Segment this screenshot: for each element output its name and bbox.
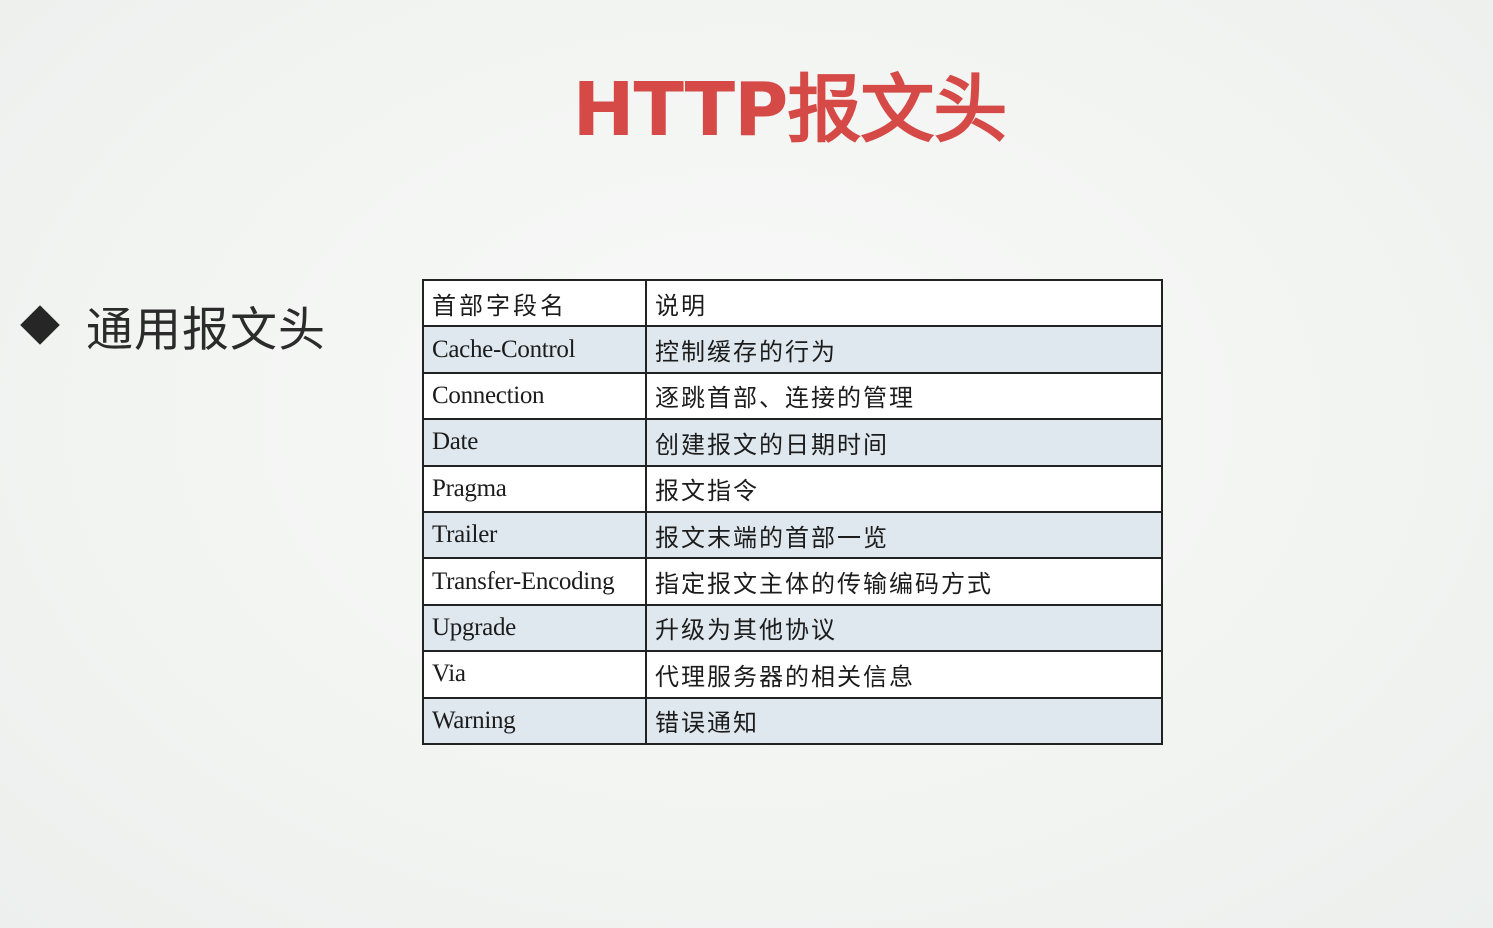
description-cell: 报文指令 [645, 464, 1163, 513]
bullet-item: 通用报文头 [20, 290, 326, 360]
table-row: Warning 错误通知 [422, 696, 1163, 745]
field-name-cell: Trailer [422, 510, 647, 560]
field-name-cell: Transfer-Encoding [422, 557, 647, 606]
table-header-row: 首部字段名 说明 [422, 278, 1163, 328]
general-headers-table: 首部字段名 说明 Cache-Control 控制缓存的行为 Connectio… [422, 278, 1163, 745]
field-name-cell: Cache-Control [422, 325, 647, 374]
description-cell: 错误通知 [645, 696, 1163, 745]
bullet-text: 通用报文头 [86, 302, 326, 358]
slide-background: HTTP报文头 通用报文头 首部字段名 说明 Cache-Control 控制缓… [0, 0, 1493, 928]
diamond-bullet-icon [20, 305, 60, 345]
field-name-cell: Pragma [422, 464, 647, 513]
description-cell: 指定报文主体的传输编码方式 [645, 557, 1163, 606]
table-row: Upgrade 升级为其他协议 [422, 603, 1163, 653]
table-row: Cache-Control 控制缓存的行为 [422, 325, 1163, 374]
table-row: Via 代理服务器的相关信息 [422, 650, 1163, 699]
field-name-cell: Upgrade [422, 603, 647, 653]
page-title: HTTP报文头 [572, 67, 1008, 153]
description-cell: 创建报文的日期时间 [645, 418, 1163, 467]
description-cell: 逐跳首部、连接的管理 [645, 371, 1163, 421]
description-cell: 控制缓存的行为 [645, 325, 1163, 374]
field-name-cell: Connection [422, 371, 647, 421]
column-header-description: 说明 [645, 278, 1163, 328]
description-cell: 报文末端的首部一览 [645, 510, 1163, 560]
table-row: Date 创建报文的日期时间 [422, 418, 1163, 467]
column-header-field-name: 首部字段名 [422, 278, 647, 328]
description-cell: 升级为其他协议 [645, 603, 1163, 653]
field-name-cell: Date [422, 418, 647, 467]
description-cell: 代理服务器的相关信息 [645, 650, 1163, 699]
table-row: Pragma 报文指令 [422, 464, 1163, 513]
table-row: Connection 逐跳首部、连接的管理 [422, 371, 1163, 421]
table-row: Trailer 报文末端的首部一览 [422, 510, 1163, 560]
field-name-cell: Via [422, 650, 647, 699]
table-row: Transfer-Encoding 指定报文主体的传输编码方式 [422, 557, 1163, 606]
field-name-cell: Warning [422, 696, 647, 745]
